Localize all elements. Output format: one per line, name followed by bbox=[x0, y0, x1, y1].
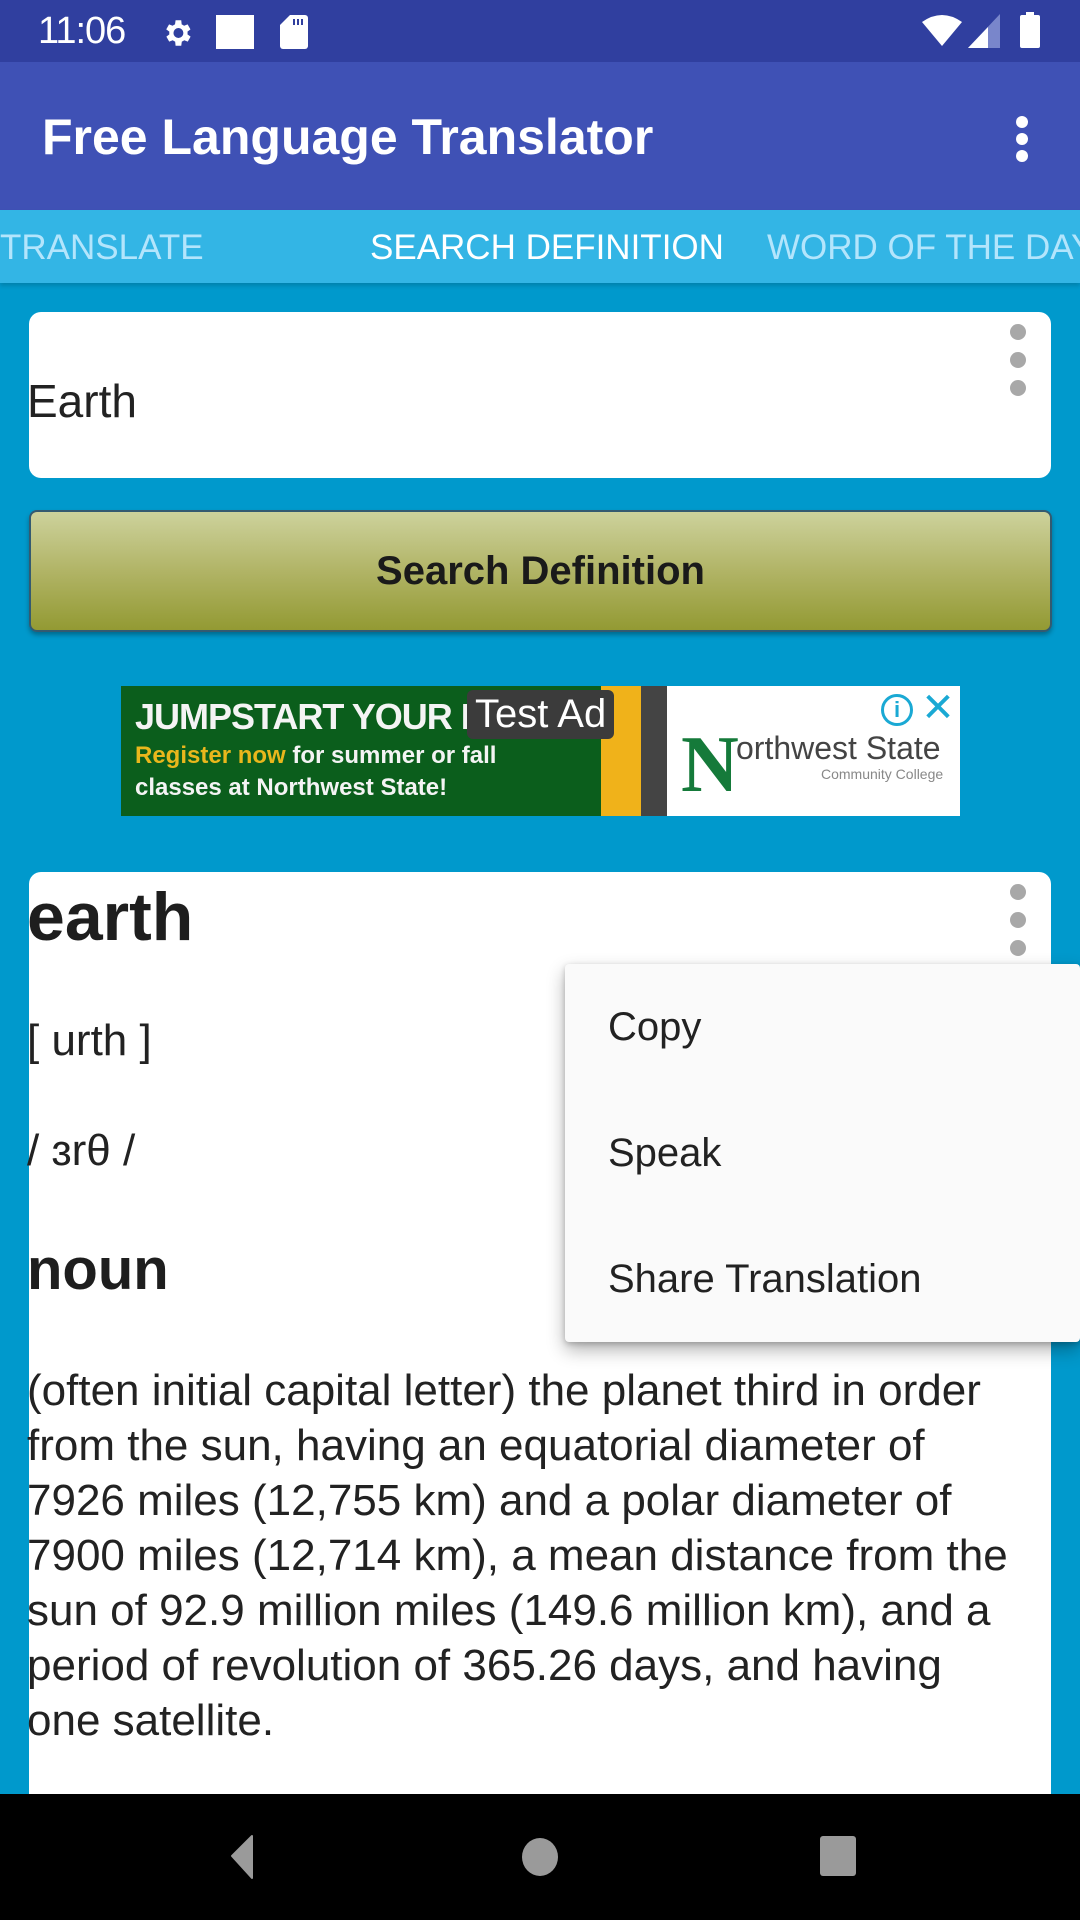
status-bar: 11:06 bbox=[0, 0, 1080, 62]
tab-translate[interactable]: TRANSLATE bbox=[0, 228, 204, 268]
ad-close-icon[interactable]: ✕ bbox=[921, 688, 955, 728]
tab-search-definition[interactable]: SEARCH DEFINITION bbox=[370, 228, 724, 268]
test-ad-label: Test Ad bbox=[467, 690, 615, 739]
definition-word: earth bbox=[27, 879, 194, 955]
signal-icon bbox=[968, 14, 1000, 48]
ad-gray-stripe bbox=[641, 686, 667, 816]
status-time: 11:06 bbox=[38, 10, 126, 52]
app-title: Free Language Translator bbox=[42, 109, 654, 165]
ad-line2-rest: for summer or fall bbox=[285, 742, 497, 769]
tab-word-of-the-day[interactable]: WORD OF THE DAY bbox=[767, 228, 1080, 268]
app-bar: Free Language Translator bbox=[0, 62, 1080, 210]
square-notification-icon bbox=[216, 15, 254, 49]
definition-more-icon[interactable] bbox=[1006, 884, 1030, 960]
definition-ipa: / ɜrθ / bbox=[27, 1126, 136, 1175]
input-more-icon[interactable] bbox=[1006, 324, 1030, 400]
recents-icon[interactable] bbox=[808, 1830, 868, 1884]
menu-item-copy[interactable]: Copy bbox=[565, 964, 1080, 1090]
more-vert-icon[interactable] bbox=[1006, 114, 1038, 164]
gear-icon bbox=[166, 20, 191, 46]
ad-logo-initial: N bbox=[681, 721, 739, 809]
definition-text: (often initial capital letter) the plane… bbox=[27, 1366, 1008, 1745]
definition-pronunciation: [ urth ] bbox=[27, 1016, 152, 1065]
back-icon[interactable] bbox=[210, 1830, 270, 1884]
ad-highlight: Register now bbox=[135, 742, 286, 769]
home-icon[interactable] bbox=[510, 1830, 570, 1884]
tab-bar: TRANSLATE SEARCH DEFINITION WORD OF THE … bbox=[0, 210, 1080, 283]
wifi-icon bbox=[922, 15, 962, 46]
ad-line3: classes at Northwest State! bbox=[135, 774, 448, 801]
popup-menu: Copy Speak Share Translation bbox=[565, 964, 1080, 1342]
ad-logo-text: orthwest State bbox=[736, 730, 941, 766]
definition-part-of-speech: noun bbox=[27, 1237, 169, 1302]
search-input-card bbox=[27, 312, 1051, 478]
search-input[interactable] bbox=[27, 374, 927, 428]
sd-card-icon bbox=[280, 15, 308, 49]
menu-item-share-translation[interactable]: Share Translation bbox=[565, 1216, 1080, 1342]
ad-headline: JUMPSTART YOUR F bbox=[135, 696, 483, 737]
ad-info-icon[interactable]: i bbox=[881, 694, 913, 726]
menu-item-speak[interactable]: Speak bbox=[565, 1090, 1080, 1216]
navigation-bar bbox=[0, 1794, 1080, 1920]
ad-logo-subtext: Community College bbox=[821, 766, 944, 782]
ad-banner[interactable]: JUMPSTART YOUR F Register now for summer… bbox=[121, 686, 960, 816]
ad-line2: Register now for summer or fall bbox=[135, 742, 496, 770]
search-definition-button[interactable]: Search Definition bbox=[29, 510, 1052, 632]
battery-icon bbox=[1020, 12, 1040, 48]
